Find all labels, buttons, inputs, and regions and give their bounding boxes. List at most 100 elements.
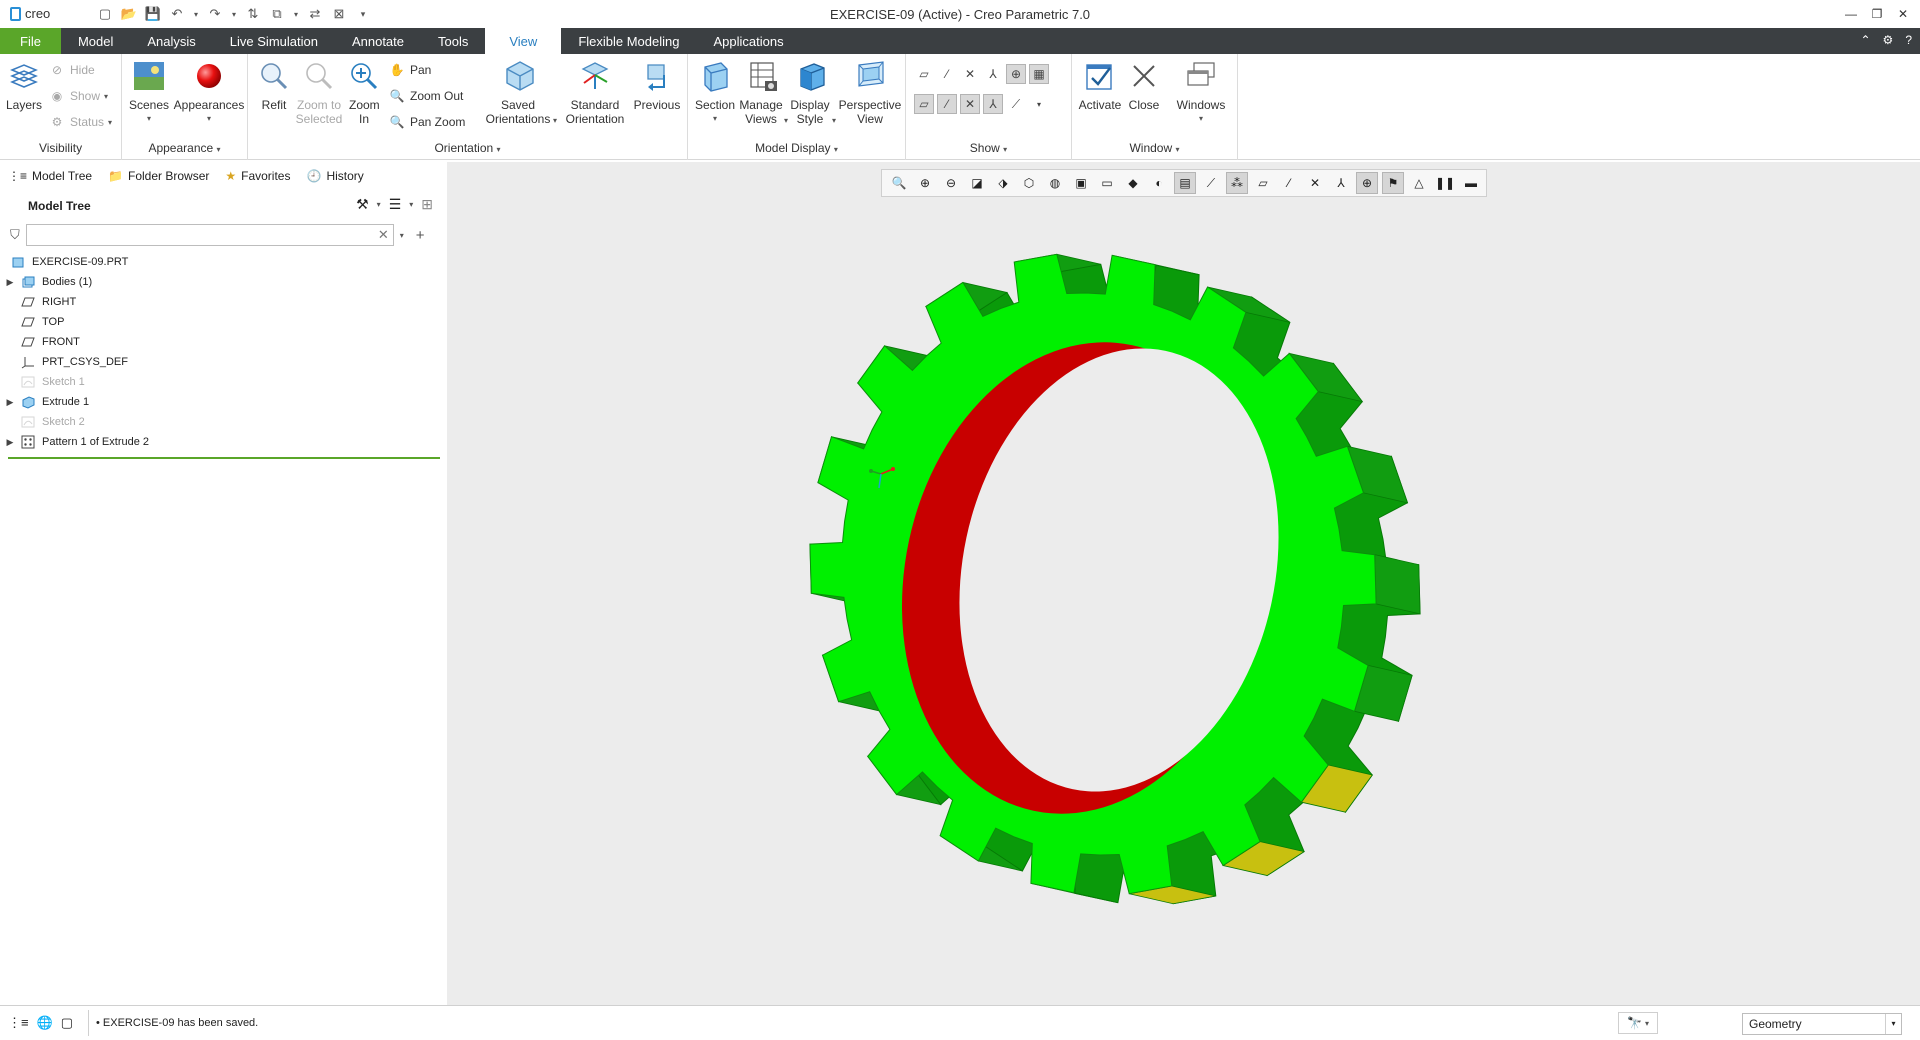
zoom-out-button[interactable]: 🔍 Zoom Out <box>388 86 464 106</box>
status-button[interactable]: ⚙ Status ▾ <box>48 112 112 132</box>
axis-tag-display-icon[interactable]: ⁄ <box>937 94 957 114</box>
tree-item[interactable]: FRONT <box>0 332 445 352</box>
tree-settings-icon[interactable]: ⚒ <box>356 196 369 213</box>
tab-applications[interactable]: Applications <box>696 28 800 54</box>
search-options-dropdown-icon[interactable]: ▾ <box>400 231 404 240</box>
tree-item[interactable]: RIGHT <box>0 292 445 312</box>
hide-button[interactable]: ⊘ Hide <box>48 60 95 80</box>
tree-item-label: PRT_CSYS_DEF <box>42 356 128 368</box>
layers-button[interactable]: Layers <box>4 58 44 112</box>
scenes-label: Scenes <box>128 98 170 112</box>
tree-item-label: RIGHT <box>42 296 77 308</box>
display-style-label: Display Style <box>790 98 830 126</box>
settings-gear-icon[interactable]: ⚙ <box>1883 33 1894 47</box>
show-button[interactable]: ◉ Show ▾ <box>48 86 108 106</box>
tree-item[interactable]: ▶ Extrude 1 <box>0 392 445 412</box>
group-title-model-display[interactable]: Model Display ▾ <box>688 141 905 155</box>
plane-tag-display-icon[interactable]: ▱ <box>914 94 934 114</box>
restore-icon[interactable]: ❐ <box>1866 4 1888 24</box>
csys-tag-display-icon[interactable]: ⅄ <box>983 94 1003 114</box>
gear-model[interactable] <box>447 162 1920 1005</box>
activate-checkmark-icon <box>1083 58 1117 94</box>
point-display-icon[interactable]: ✕ <box>960 64 980 84</box>
collapse-ribbon-icon[interactable]: ⌃ <box>1860 33 1870 47</box>
tree-columns-icon[interactable]: ⊞ <box>421 196 433 213</box>
clear-search-icon[interactable]: ✕ <box>378 227 389 243</box>
navigator-toggle-icon[interactable]: ⋮≡ <box>8 1015 29 1031</box>
refit-button[interactable]: Refit <box>254 58 294 112</box>
tab-view[interactable]: View <box>485 28 562 54</box>
standard-orientation-button[interactable]: Standard Orientation <box>560 58 630 126</box>
tree-item[interactable]: TOP <box>0 312 445 332</box>
tab-annotate[interactable]: Annotate <box>335 28 421 54</box>
annotation-display-icon[interactable]: ⟋ <box>1006 94 1026 114</box>
tag-display-icon[interactable]: ▦ <box>1029 64 1049 84</box>
graphics-window[interactable]: 🔍 ⊕ ⊖ ◪ ⬗ ⬡ ◍ ▣ ▭ ◆ ◐ ▤ ⟋ ⁂ ▱ ⁄ ✕ ⅄ ⊕ ⚑ … <box>447 162 1920 1005</box>
close-icon[interactable]: ✕ <box>1892 4 1914 24</box>
expand-arrow-icon[interactable]: ▶ <box>0 437 20 448</box>
manage-views-icon <box>746 58 780 94</box>
help-icon[interactable]: ? <box>1905 33 1912 47</box>
minimize-icon[interactable]: — <box>1840 4 1862 24</box>
selection-filter-select[interactable]: Geometry ▾ <box>1742 1013 1902 1035</box>
tree-settings-dropdown-icon[interactable]: ▾ <box>377 200 381 209</box>
favorites-icon: ★ <box>225 169 237 183</box>
point-tag-display-icon[interactable]: ✕ <box>960 94 980 114</box>
zoom-to-selected-button[interactable]: Zoom to Selected <box>292 58 346 126</box>
tree-item[interactable]: Sketch 2 <box>0 412 445 432</box>
tab-flexible-modeling[interactable]: Flexible Modeling <box>561 28 696 54</box>
expand-arrow-icon[interactable]: ▶ <box>0 397 20 408</box>
binoculars-icon: 🔭 <box>1627 1016 1642 1030</box>
browser-toggle-icon[interactable]: 🌐 <box>37 1015 53 1031</box>
selection-filter-button[interactable]: 🔭 ▾ <box>1618 1012 1658 1034</box>
spin-center-icon[interactable]: ⊕ <box>1006 64 1026 84</box>
group-title-show[interactable]: Show ▾ <box>906 141 1071 155</box>
group-title-orientation[interactable]: Orientation ▾ <box>248 141 687 155</box>
tab-favorites[interactable]: ★ Favorites <box>225 169 290 183</box>
full-screen-icon[interactable]: ▢ <box>61 1015 73 1031</box>
tree-item[interactable]: Sketch 1 <box>0 372 445 392</box>
group-title-window[interactable]: Window ▾ <box>1072 141 1237 155</box>
activate-button[interactable]: Activate <box>1076 58 1124 112</box>
tab-live-simulation[interactable]: Live Simulation <box>213 28 335 54</box>
tab-model-tree[interactable]: ⋮≡ Model Tree <box>8 169 92 183</box>
close-button[interactable]: Close <box>1124 58 1164 112</box>
tree-show-icon[interactable]: ☰ <box>389 196 402 213</box>
tree-item[interactable]: EXERCISE-09.PRT <box>0 252 445 272</box>
scenes-button[interactable]: Scenes ▾ <box>126 58 172 126</box>
tab-tools[interactable]: Tools <box>421 28 485 54</box>
perspective-view-button[interactable]: Perspective View <box>836 58 904 126</box>
tree-item-label: Extrude 1 <box>42 396 90 408</box>
saved-orientations-button[interactable]: Saved Orientations ▾ <box>480 58 560 128</box>
hide-icon: ⊘ <box>51 63 63 77</box>
display-style-button[interactable]: Display Style ▾ <box>788 58 836 128</box>
tab-history[interactable]: 🕘 History <box>306 169 363 183</box>
show-more-dropdown-icon[interactable]: ▾ <box>1029 94 1049 114</box>
tab-folder-browser[interactable]: 📁 Folder Browser <box>108 169 209 183</box>
axis-display-icon[interactable]: ⁄ <box>937 64 957 84</box>
pan-button[interactable]: ✋ Pan <box>388 60 432 80</box>
insert-here-indicator[interactable] <box>8 457 440 459</box>
group-title-appearance[interactable]: Appearance ▾ <box>122 141 247 155</box>
tab-model[interactable]: Model <box>61 28 130 54</box>
windows-button[interactable]: Windows ▾ <box>1172 58 1230 126</box>
zoom-in-button[interactable]: Zoom In <box>346 58 382 126</box>
expand-arrow-icon[interactable]: ▶ <box>0 277 20 288</box>
tree-search-input[interactable] <box>26 225 367 245</box>
tab-file[interactable]: File <box>0 28 61 54</box>
previous-button[interactable]: Previous <box>630 58 684 112</box>
tree-item[interactable]: ▶ Pattern 1 of Extrude 2 <box>0 432 445 452</box>
tree-item[interactable]: PRT_CSYS_DEF <box>0 352 445 372</box>
filter-funnel-icon[interactable]: ⛉ <box>10 227 20 243</box>
tree-show-dropdown-icon[interactable]: ▾ <box>409 200 413 209</box>
status-icon: ⚙ <box>51 115 63 129</box>
add-filter-icon[interactable]: + <box>416 227 425 244</box>
tab-analysis[interactable]: Analysis <box>130 28 212 54</box>
csys-display-icon[interactable]: ⅄ <box>983 64 1003 84</box>
section-button[interactable]: Section ▾ <box>692 58 738 126</box>
plane-display-icon[interactable]: ▱ <box>914 64 934 84</box>
pan-zoom-button[interactable]: 🔍 Pan Zoom <box>388 112 466 132</box>
appearances-button[interactable]: Appearances ▾ <box>172 58 246 126</box>
tree-item[interactable]: ▶ Bodies (1) <box>0 272 445 292</box>
manage-views-button[interactable]: Manage Views ▾ <box>738 58 788 128</box>
